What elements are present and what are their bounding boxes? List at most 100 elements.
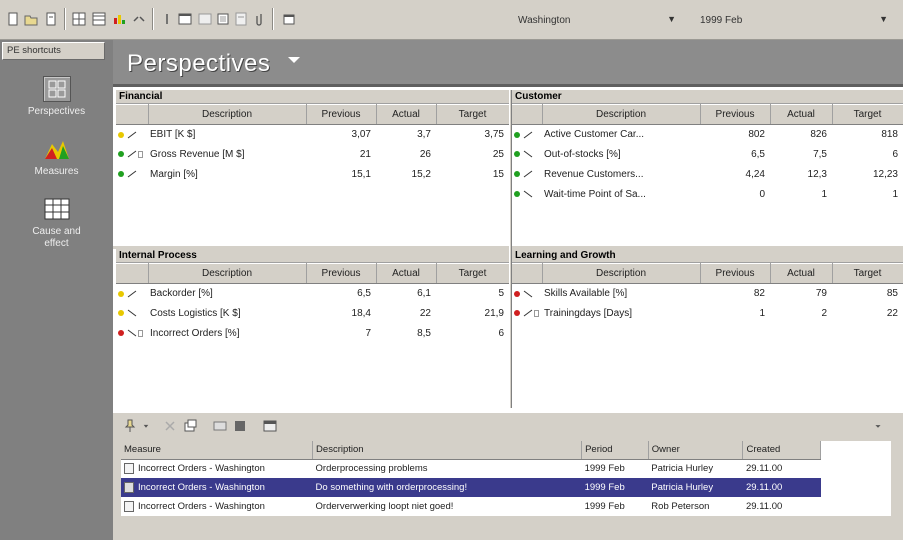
kpi-row[interactable]: EBIT [K $] 3,07 3,7 3,75 [116,125,509,145]
page-title[interactable]: Perspectives [127,50,270,78]
column-header[interactable] [512,263,543,284]
kpi-row[interactable]: Revenue Customers... 4,24 12,3 12,23 [512,165,903,185]
properties-icon[interactable] [261,417,279,435]
dropdown-arrow-icon[interactable] [141,417,151,435]
column-header[interactable]: Description [148,104,307,125]
column-header[interactable]: Description [148,263,307,284]
chevron-down-icon: ▼ [879,14,888,24]
kpi-target: 3,75 [484,129,504,141]
table-view-icon[interactable] [90,10,108,28]
kpi-previous: 21 [359,149,371,160]
kpi-row[interactable]: Out-of-stocks [%] 6,5 7,5 6 [512,145,903,165]
forward-icon[interactable] [231,417,249,435]
column-header[interactable] [116,104,149,125]
column-header[interactable]: Description [542,104,701,125]
column-header[interactable]: Actual [770,104,833,125]
trend-up-icon [523,170,533,178]
panel-learning-growth: Learning and Growth Description Previous… [512,249,903,408]
kpi-row[interactable]: Incorrect Orders [%] 7 8,5 6 [116,324,509,344]
kpi-row[interactable]: Backorder [%] 6,5 6,1 5 [116,284,509,304]
kpi-indicators [512,165,542,185]
column-header[interactable]: Previous [700,263,771,284]
note-icon[interactable] [138,329,143,337]
link-icon[interactable] [130,10,148,28]
column-header[interactable]: Target [436,104,509,125]
column-header[interactable]: Previous [306,104,377,125]
kpi-indicators [116,304,148,324]
message-description: Orderverwerking loopt niet goed! [315,501,454,512]
grid-view-icon[interactable] [70,10,88,28]
kpi-description: Backorder [%] [150,288,213,300]
new-window-icon[interactable] [181,417,199,435]
column-header[interactable]: Actual [376,263,437,284]
kpi-row[interactable]: Margin [%] 15,1 15,2 15 [116,165,509,185]
shortcuts-pane: PE shortcuts Perspectives Measures Cause… [0,40,113,540]
kpi-target: 12,23 [872,169,898,180]
new-icon[interactable] [4,10,22,28]
kpi-indicators [512,284,542,304]
shortcut-perspectives[interactable]: Perspectives [0,76,113,117]
vertical-splitter[interactable] [509,90,512,408]
message-owner: Rob Peterson [651,501,710,512]
open-folder-icon[interactable] [22,10,40,28]
column-header[interactable] [116,263,149,284]
document-icon [124,481,134,493]
shortcut-measures[interactable]: Measures [0,136,113,177]
status-red-icon [514,310,520,317]
kpi-description: Skills Available [%] [544,288,628,300]
message-row[interactable]: Incorrect Orders - Washington Orderproce… [121,459,821,478]
kpi-row[interactable]: Wait-time Point of Sa... 0 1 1 [512,185,903,205]
column-header[interactable] [512,104,543,125]
kpi-row[interactable]: Trainingdays [Days] 1 2 22 [512,304,903,324]
kpi-row[interactable]: Active Customer Car... 802 826 818 [512,125,903,145]
column-header-created[interactable]: Created [742,441,821,460]
column-header[interactable]: Description [542,263,701,284]
column-header[interactable]: Target [832,263,903,284]
location-select[interactable]: Washington ▼ [512,10,682,30]
shortcut-label: Cause and effect [32,226,81,249]
kpi-row[interactable]: Skills Available [%] 82 79 85 [512,284,903,304]
frame-icon[interactable] [214,10,232,28]
column-header-description[interactable]: Description [312,441,583,460]
panel-customer: Customer Description Previous Actual Tar… [512,90,903,246]
kpi-row[interactable]: Costs Logistics [K $] 18,4 22 21,9 [116,304,509,324]
kpi-target: 21,9 [484,308,504,319]
message-measure: Incorrect Orders - Washington [138,463,265,475]
message-description: Orderprocessing problems [315,463,428,475]
reply-icon[interactable] [211,417,229,435]
kpi-row[interactable]: Gross Revenue [M $] 21 26 25 [116,145,509,165]
note-icon[interactable] [534,309,539,317]
trend-down-icon [523,190,533,198]
column-header[interactable]: Previous [306,263,377,284]
column-header[interactable]: Previous [700,104,771,125]
message-row[interactable]: Incorrect Orders - Washington Orderverwe… [121,497,821,516]
document-icon[interactable] [42,10,60,28]
delete-icon[interactable] [161,417,179,435]
attachment-icon[interactable] [252,10,270,28]
pin-icon[interactable] [121,417,139,435]
column-header[interactable]: Actual [770,263,833,284]
shortcut-cause-effect[interactable]: Cause and effect [0,196,113,250]
chevron-down-icon[interactable] [288,57,300,63]
column-header-period[interactable]: Period [581,441,649,460]
window-icon[interactable] [176,10,194,28]
cursor-icon[interactable] [158,10,176,28]
calendar-icon[interactable] [280,10,298,28]
layout-icon[interactable] [196,10,214,28]
period-select[interactable]: 1999 Feb ▼ [694,10,894,30]
message-row-selected[interactable]: Incorrect Orders - Washington Do somethi… [121,478,821,497]
kpi-actual: 3,7 [417,129,431,141]
note-icon[interactable] [138,150,143,158]
column-header[interactable]: Target [436,263,509,284]
column-header[interactable]: Actual [376,104,437,125]
column-header-owner[interactable]: Owner [648,441,744,460]
kpi-target: 6 [498,328,504,339]
pane-menu-icon[interactable] [871,417,885,435]
column-header[interactable]: Target [832,104,903,125]
kpi-description: Active Customer Car... [544,129,645,141]
shortcuts-tab[interactable]: PE shortcuts [2,42,105,60]
chart-icon[interactable] [110,10,128,28]
kpi-target: 6 [892,149,898,160]
column-header-measure[interactable]: Measure [121,441,314,460]
report-icon[interactable] [232,10,250,28]
